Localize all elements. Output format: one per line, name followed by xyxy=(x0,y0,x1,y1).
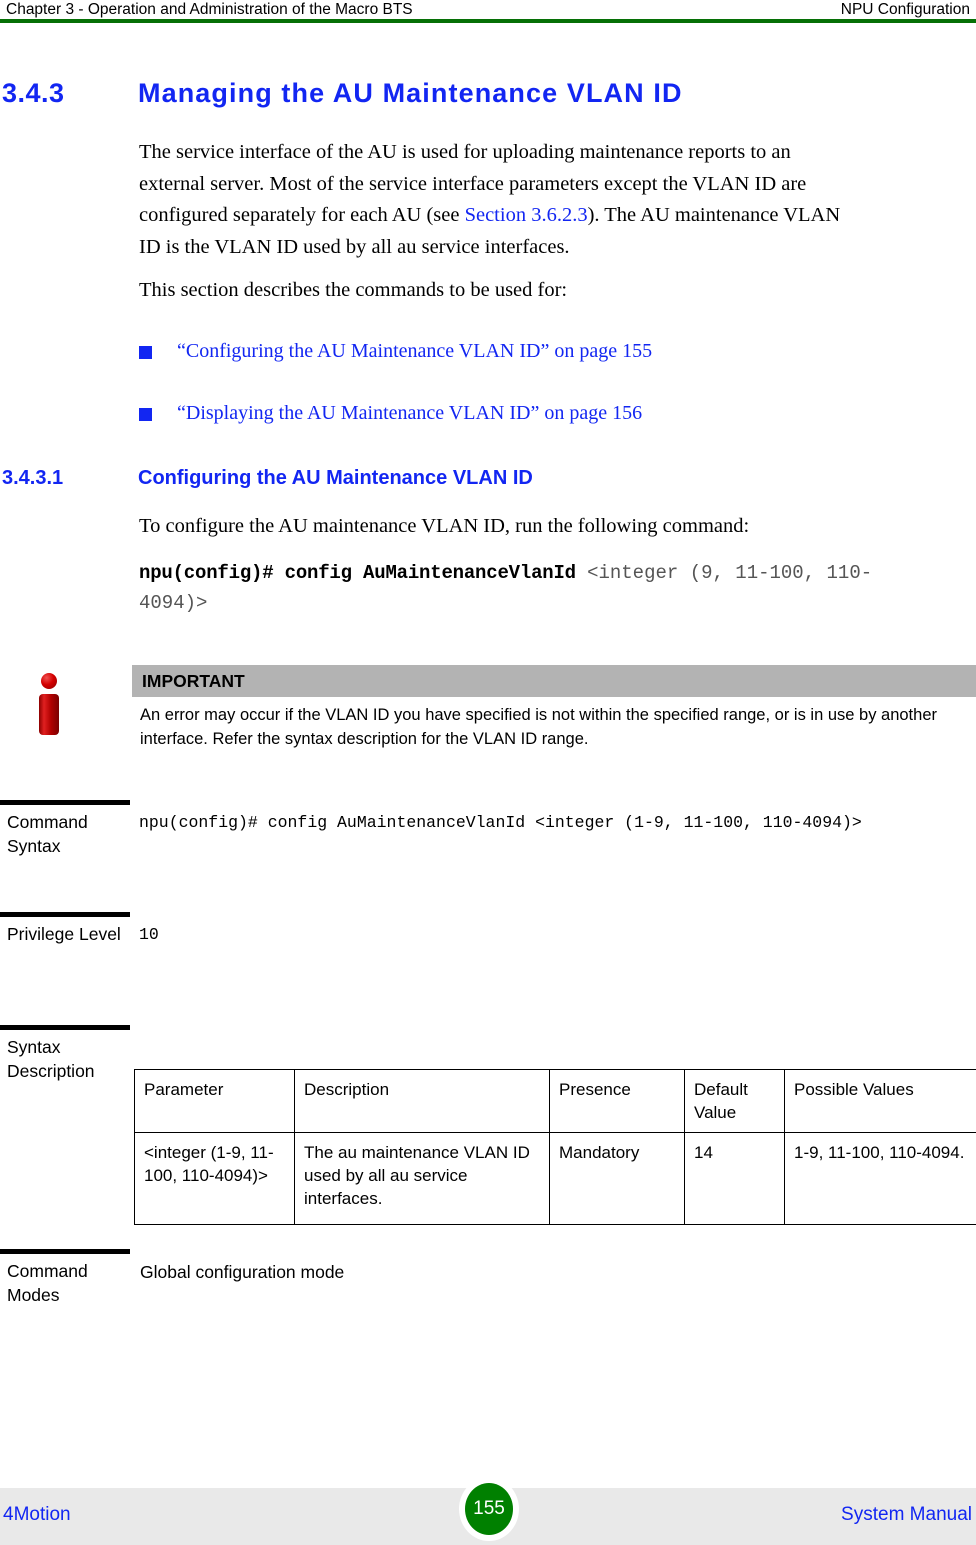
section-number: 3.4.3 xyxy=(2,78,65,108)
section-cross-reference-link[interactable]: Section 3.6.2.3 xyxy=(465,204,588,226)
info-icon-stem xyxy=(39,694,59,735)
section-heading: 3.4.3 Managing the AU Maintenance VLAN I… xyxy=(0,78,976,109)
column-header-parameter: Parameter xyxy=(134,1069,295,1133)
definition-value-command-modes: Global configuration mode xyxy=(140,1262,345,1282)
page-number-badge: 155 xyxy=(459,1477,519,1541)
definition-label-privilege-level: Privilege Level xyxy=(7,924,121,944)
toc-link-displaying[interactable]: “Displaying the AU Maintenance VLAN ID” … xyxy=(177,400,642,426)
cell-presence: Mandatory xyxy=(549,1132,685,1225)
page-number: 155 xyxy=(465,1483,513,1535)
column-header-presence: Presence xyxy=(549,1069,685,1133)
definition-label-syntax-description: Syntax Description xyxy=(7,1037,95,1081)
header-chapter-title: Chapter 3 - Operation and Administration… xyxy=(6,1,413,18)
square-bullet-icon xyxy=(139,346,152,359)
definition-rule xyxy=(0,912,130,917)
page-footer: 4Motion 155 System Manual xyxy=(0,1477,976,1545)
subsection-heading: 3.4.3.1 Configuring the AU Maintenance V… xyxy=(0,467,976,490)
table-header-row: Parameter Description Presence Default V… xyxy=(134,1069,976,1133)
toc-link-configuring[interactable]: “Configuring the AU Maintenance VLAN ID”… xyxy=(177,338,652,364)
command-code-block: npu(config)# config AuMaintenanceVlanId … xyxy=(139,558,929,618)
list-item[interactable]: “Configuring the AU Maintenance VLAN ID”… xyxy=(139,338,899,364)
definition-rule xyxy=(0,800,130,805)
command-name: npu(config)# config AuMaintenanceVlanId xyxy=(139,562,588,584)
cell-possible-values: 1-9, 11-100, 110-4094. xyxy=(784,1132,976,1225)
list-item[interactable]: “Displaying the AU Maintenance VLAN ID” … xyxy=(139,400,899,426)
definition-value-command-syntax: npu(config)# config AuMaintenanceVlanId … xyxy=(139,813,862,832)
section-title: Managing the AU Maintenance VLAN ID xyxy=(138,78,683,108)
table-row: <integer (1-9, 11-100, 110-4094)> The au… xyxy=(134,1132,976,1225)
definition-label-command-syntax: Command Syntax xyxy=(7,812,88,856)
info-icon-dot xyxy=(41,673,57,689)
definition-value-privilege-level: 10 xyxy=(139,925,159,944)
cell-default-value: 14 xyxy=(684,1132,785,1225)
intro-paragraph-2: This section describes the commands to b… xyxy=(139,279,568,301)
header-divider-rule xyxy=(0,19,976,23)
column-header-description: Description xyxy=(294,1069,550,1133)
subsection-number: 3.4.3.1 xyxy=(2,467,64,489)
column-header-possible-values: Possible Values xyxy=(784,1069,976,1133)
definition-rule xyxy=(0,1025,130,1030)
cell-parameter: <integer (1-9, 11-100, 110-4094)> xyxy=(134,1132,295,1225)
parameter-table: Parameter Description Presence Default V… xyxy=(134,1069,976,1225)
column-header-default-value: Default Value xyxy=(684,1069,785,1133)
info-icon xyxy=(36,673,62,735)
definition-label-command-modes: Command Modes xyxy=(7,1261,88,1305)
intro-paragraph-1: The service interface of the AU is used … xyxy=(139,137,855,263)
definition-rule xyxy=(0,1249,130,1254)
important-note-title: IMPORTANT xyxy=(132,665,976,697)
header-section-title: NPU Configuration xyxy=(840,1,970,18)
footer-document-name: System Manual xyxy=(841,1504,972,1525)
subsection-lead-in: To configure the AU maintenance VLAN ID,… xyxy=(139,515,750,537)
important-note-body: An error may occur if the VLAN ID you ha… xyxy=(140,706,937,748)
cell-description: The au maintenance VLAN ID used by all a… xyxy=(294,1132,550,1225)
subsection-title: Configuring the AU Maintenance VLAN ID xyxy=(138,467,533,489)
square-bullet-icon xyxy=(139,408,152,421)
footer-product-name: 4Motion xyxy=(3,1504,71,1525)
